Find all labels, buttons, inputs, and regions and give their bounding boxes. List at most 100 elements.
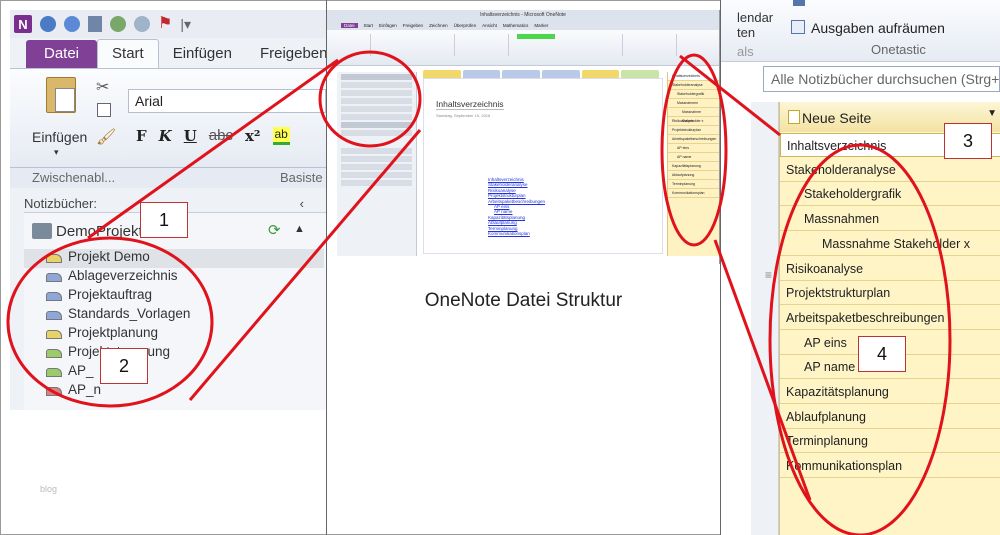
page-item[interactable]: Arbeitspaketbeschreibungen [780,306,1000,330]
thumb-tab-ansicht[interactable]: Ansicht [482,23,497,28]
page-item[interactable]: Terminplanung [780,429,1000,454]
font-name-field[interactable]: Arial [128,89,326,113]
emoticon-icon[interactable] [134,16,150,32]
thumb-page-item[interactable]: AP name [668,153,719,162]
toolbar-icon[interactable] [793,0,805,6]
thumb-tab-zeichnen[interactable]: Zeichnen [429,23,448,28]
superscript-button[interactable]: x² [245,127,261,145]
section-tab-icon [46,330,62,339]
thumb-tab-ueberpruefen[interactable]: Überprüfen [454,23,477,28]
thumb-nav-row [341,172,412,178]
onenote-window-thumbnail: Inhaltsverzeichnis - Microsoft OneNote D… [327,10,720,264]
chevron-down-icon[interactable]: ▼ [987,108,997,119]
thumb-toc-link[interactable]: Kommunikationsplan [488,231,545,236]
thumb-section-tab[interactable] [581,70,620,78]
copy-icon[interactable] [97,103,111,117]
thumb-page-item[interactable]: AP eins [668,144,719,153]
thumb-nav-row [341,90,412,96]
page-item[interactable]: Kapazitätsplanung [780,380,1000,404]
page-item[interactable]: Massnahmen [780,207,1000,232]
paste-icon[interactable] [46,77,76,113]
section-item[interactable]: Projektplanung [24,325,324,344]
thumb-page-item[interactable]: Projektstrukturplan [668,126,719,135]
thumb-tab-marker[interactable]: Marker [534,23,548,28]
thumb-page-item[interactable]: Terminplanung [668,180,719,189]
ribbon-group-labels: Zwischenabl... Basiste [10,168,326,188]
format-painter-icon[interactable]: 🖌 [96,127,116,147]
section-item[interactable]: AP_ [24,363,324,382]
section-tab-icon [46,311,62,320]
dock-icon[interactable] [88,16,102,32]
thumb-page-item[interactable]: Arbeitspaketbeschreibungen [668,135,719,144]
thumb-tab-freigeben[interactable]: Freigeben [403,23,423,28]
section-tab-icon [46,273,62,282]
highlight-button[interactable]: ab [272,127,290,145]
section-item[interactable]: Projektsteuerung [24,344,324,363]
thumb-tab-einfuegen[interactable]: Einfügen [379,23,397,28]
collapse-pane-icon[interactable]: ‹ [300,196,304,211]
thumb-styles-group [459,34,509,56]
ribbon-tabs: Datei Start Einfügen Freigeben [10,39,326,68]
thumb-tab-mathematics[interactable]: Mathematics [503,23,529,28]
thumb-section-tab[interactable] [502,70,541,78]
search-input[interactable]: Alle Notizbücher durchsuchen (Strg+E) [763,66,1000,92]
thumb-page-item[interactable]: Inhaltsverzeichnis [668,72,719,81]
flag-icon[interactable]: ⚑ [158,16,172,32]
thumb-page-item[interactable]: Massnahme Stakeholder x [668,108,719,123]
tab-einfuegen[interactable]: Einfügen [159,40,246,68]
thumb-page-item[interactable]: Stakeholdergrafik [668,90,719,99]
thumb-page-title: Inhaltsverzeichnis [436,99,504,110]
page-item[interactable]: Ablaufplanung [780,405,1000,429]
page-item[interactable]: Massnahme Stakeholder x [780,232,1000,256]
onenote-page-list-pane: lendar ten als Ausgaben aufräumen Onetas… [721,0,1000,535]
paste-button[interactable]: Einfügen ▾ [32,129,87,157]
thumb-tab-datei[interactable]: Datei [341,23,358,28]
notebook-name: DemoProjekt [56,223,143,240]
section-item[interactable]: Standards_Vorlagen [24,306,324,325]
thumb-section-tab[interactable] [462,70,501,78]
page-item[interactable]: Stakeholderanalyse [780,158,1000,182]
cut-icon[interactable]: ✂ [96,77,109,97]
thumb-section-tab[interactable] [621,70,660,78]
cleanup-button[interactable]: Ausgaben aufräumen [811,20,945,36]
page-item[interactable]: Stakeholdergrafik [780,182,1000,207]
thumb-page-item[interactable]: Ablaufplanung [668,171,719,180]
thumb-page-canvas[interactable]: Inhaltsverzeichnis Samstag, September 10… [423,78,663,254]
thumb-page-item[interactable]: Massnahmen [668,99,719,108]
sync-icon[interactable] [110,16,126,32]
section-label: AP_n [68,382,102,397]
chevron-up-icon[interactable]: ▲ [294,223,305,235]
section-item[interactable]: AP_n [24,382,324,401]
tab-freigeben[interactable]: Freigeben [246,40,326,68]
calendar-button-label[interactable]: lendar ten [737,10,773,40]
macros-label: als [737,44,754,59]
tab-datei[interactable]: Datei [26,40,98,68]
strikethrough-button[interactable]: abc [209,127,233,145]
thumb-section-tab[interactable] [423,70,461,78]
page-item[interactable]: Kommunikationsplan [780,454,1000,479]
page-item[interactable]: Projektstrukturplan [780,281,1000,306]
italic-button[interactable]: K [159,127,172,145]
back-icon[interactable] [40,16,56,32]
thumb-tab-start[interactable]: Start [364,23,374,28]
group-basic-text-label: Basiste [280,170,323,185]
section-item[interactable]: Ablageverzeichnis [24,268,324,287]
pane-splitter[interactable] [751,102,779,535]
section-item[interactable]: Projektauftrag [24,287,324,306]
customize-icon[interactable]: |▾ [180,16,191,33]
splitter-grip-icon[interactable]: ≡ [765,268,772,282]
sync-status-icon[interactable]: ⟳ [268,221,281,239]
thumb-nav-row [341,106,412,112]
thumb-page-item[interactable]: Kommunikationsplan [668,189,719,198]
section-item[interactable]: Projekt Demo [24,249,324,268]
page-item[interactable]: Risikoanalyse [780,257,1000,281]
bold-button[interactable]: F [136,127,147,145]
thumb-page-item[interactable]: Risikoanalyse [668,117,719,126]
tab-start[interactable]: Start [97,39,159,68]
cleanup-icon[interactable] [791,20,805,34]
undo-icon[interactable] [64,16,80,32]
thumb-page-item[interactable]: Stakeholderanalyse [668,81,719,90]
thumb-section-tab[interactable] [542,70,580,78]
thumb-page-item[interactable]: Kapazitätsplanung [668,162,719,171]
underline-button[interactable]: U [184,127,197,145]
